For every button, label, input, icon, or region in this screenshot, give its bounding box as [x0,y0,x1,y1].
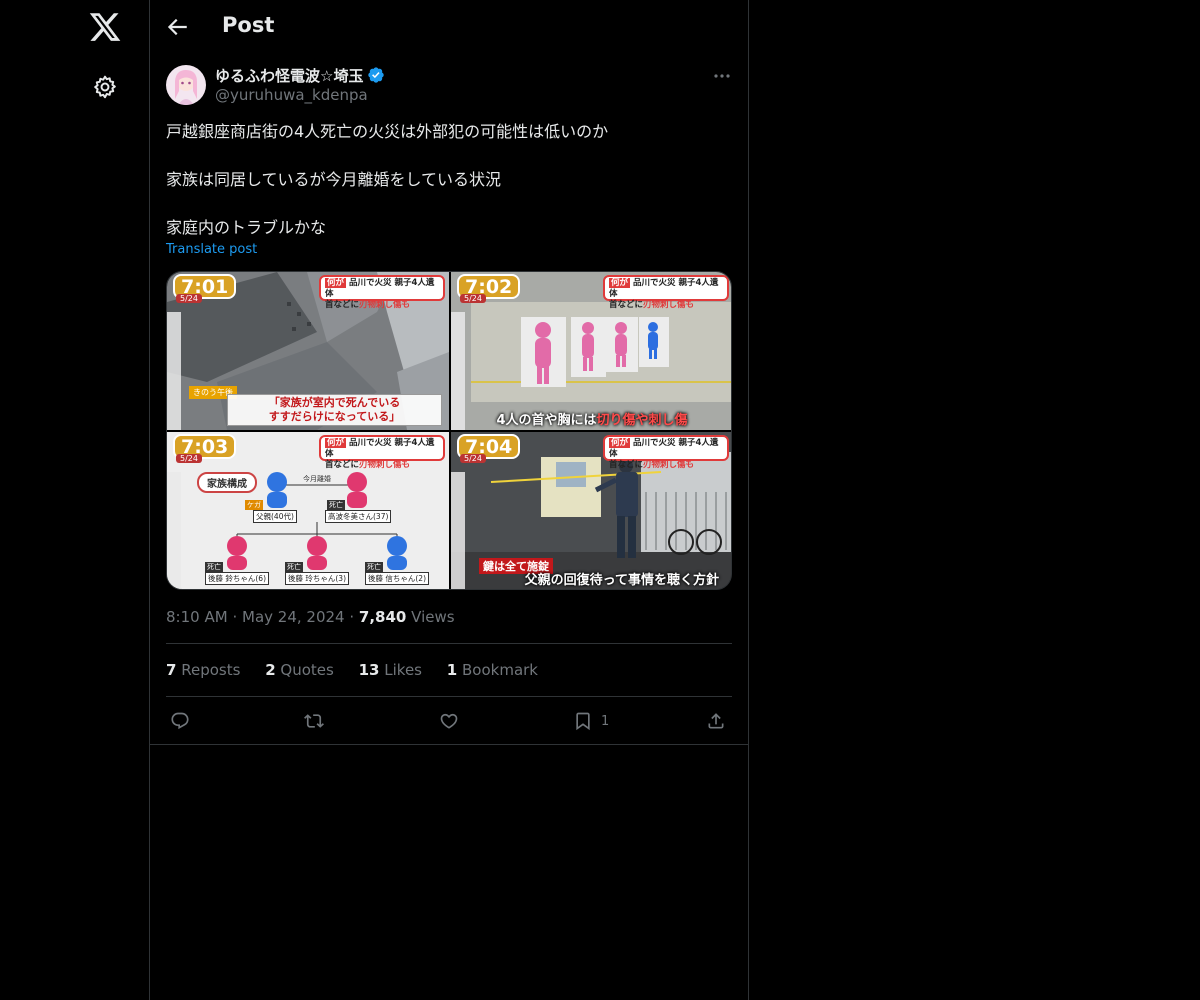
author-handle[interactable]: @yuruhuwa_kdenpa [215,86,368,104]
broadcast-date: 5/24 [460,454,486,463]
reply-button[interactable] [170,710,190,732]
deceased-tag: 死亡 [327,500,345,510]
views-label: Views [411,608,455,626]
more-dots-icon [714,74,730,78]
caption-line: すすだらけになっている」 [268,410,401,423]
mother-label: 高波冬美さん(37) [325,510,392,523]
caption: 4人の首や胸には切り傷や刺し傷 [451,409,731,428]
author-display-name: ゆるふわ怪電波☆埼玉 [215,67,364,85]
bookmark-count: 1 [601,713,610,729]
caption-red: 切り傷や刺し傷 [596,413,688,428]
engagement-stats: 7 Reposts 2 Quotes 13 Likes 1 Bookmark [166,661,558,679]
child-label: 後藤 玲ちゃん(3) [285,572,350,585]
news-headline: 何が 品川で火災 親子4人遺体 首などに刃物刺し傷も [319,275,445,310]
news-headline: 何が 品川で火災 親子4人遺体 首などに刃物刺し傷も [603,275,729,310]
repost-button[interactable] [304,710,324,732]
heart-icon [440,713,458,729]
page-title: Post [222,13,275,37]
deceased-tag: 死亡 [285,562,303,572]
post-line: 家庭内のトラブルかな [166,218,327,237]
father-label: 父親(40代) [253,510,297,523]
views-count: 7,840 [358,608,407,626]
divorce-note: 今月離婚 [303,475,331,483]
bookmark-icon [576,712,590,731]
reposts-stat[interactable]: 7 Reposts [166,661,240,679]
post-date[interactable]: May 24, 2024 [242,608,345,626]
page-header: Post [150,0,748,54]
quotes-count: 2 [265,661,276,679]
broadcast-date: 5/24 [176,294,202,303]
family-tree-title: 家族構成 [197,472,257,493]
media-image-4[interactable]: 7:04 5/24 何が 品川で火災 親子4人遺体 首などに刃物刺し傷も 鍵は全… [451,432,731,589]
quotes-label: Quotes [280,661,334,679]
caption-pre: 4人の首や胸には [496,413,597,428]
more-options-button[interactable] [712,66,732,86]
child-label: 後藤 信ちゃん(2) [365,572,430,585]
headline-line2-pre: 首などに [325,460,360,470]
headline-line2-red: 刃物刺し傷も [643,300,695,310]
deceased-tag: 死亡 [365,562,383,572]
headline-tag: 何が [609,438,631,448]
reposts-count: 7 [166,661,177,679]
likes-stat[interactable]: 13 Likes [359,661,422,679]
post-line: 家族は同居しているが今月離婚をしている状況 [166,170,502,189]
media-grid: 7:01 5/24 何が 品川で火災 親子4人遺体 首などに刃物刺し傷も きのう… [166,271,732,590]
reply-icon [171,712,189,730]
news-headline: 何が 品川で火災 親子4人遺体 首などに刃物刺し傷も [603,435,729,470]
gear-icon[interactable] [92,74,118,100]
news-headline: 何が 品川で火災 親子4人遺体 首などに刃物刺し傷も [319,435,445,470]
arrow-left-icon [167,18,187,36]
quote-caption: 「家族が室内で死んでいる すすだらけになっている」 [227,394,442,426]
repost-icon [304,714,324,728]
headline-line2-red: 刃物刺し傷も [359,460,411,470]
divider [166,696,732,697]
likes-count: 13 [358,661,380,679]
share-icon [708,713,724,729]
like-button[interactable] [439,710,459,732]
injured-tag: ケガ [245,500,263,510]
broadcast-date: 5/24 [460,294,486,303]
post-time[interactable]: 8:10 AM [166,608,228,626]
post-text: 戸越銀座商店街の4人死亡の火災は外部犯の可能性は低いのか 家族は同居しているが今… [166,120,732,240]
headline-line2-red: 刃物刺し傷も [359,300,411,310]
likes-label: Likes [384,661,422,679]
child-label: 後藤 鈴ちゃん(6) [205,572,270,585]
translate-post-link[interactable]: Translate post [166,242,257,257]
post-detail-column: Post ゆるふわ怪電波☆埼玉 @yuruhuwa_kdenpa 戸越銀座商店街… [150,0,749,1000]
headline-tag: 何が [609,278,631,288]
bookmarks-stat[interactable]: 1 Bookmark [447,661,538,679]
caption: 父親の回復待って事情を聴く方針 [524,573,719,588]
deceased-tag: 死亡 [205,562,223,572]
left-nav [0,0,150,1000]
author-name[interactable]: ゆるふわ怪電波☆埼玉 [215,65,385,86]
caption-line: 「家族が室内で死んでいる [268,396,401,409]
headline-tag: 何が [325,438,347,448]
post-meta: 8:10 AM · May 24, 2024 · 7,840 Views [166,608,455,626]
bookmark-button[interactable]: 1 [573,710,609,732]
headline-line2-pre: 首などに [609,300,644,310]
headline-line2-red: 刃物刺し傷も [643,460,695,470]
media-image-2[interactable]: 7:02 5/24 何が 品川で火災 親子4人遺体 首などに刃物刺し傷も 4人の… [451,272,731,430]
divider [150,744,748,745]
post-line: 戸越銀座商店街の4人死亡の火災は外部犯の可能性は低いのか [166,122,609,141]
media-image-1[interactable]: 7:01 5/24 何が 品川で火災 親子4人遺体 首などに刃物刺し傷も きのう… [167,272,449,430]
share-button[interactable] [706,710,726,732]
avatar[interactable] [166,65,206,105]
x-logo-icon[interactable] [88,10,122,44]
bookmarks-count: 1 [446,661,458,679]
headline-line2-pre: 首などに [609,460,644,470]
headline-line2-pre: 首などに [325,300,360,310]
verified-badge-icon [368,67,385,83]
media-image-3[interactable]: 7:03 5/24 何が 品川で火災 親子4人遺体 首などに刃物刺し傷も 家族構… [167,432,449,589]
broadcast-date: 5/24 [176,454,202,463]
meta-separator: · [232,608,238,626]
back-button[interactable] [164,14,190,40]
bookmarks-label: Bookmark [462,661,538,679]
divider [166,643,732,644]
headline-tag: 何が [325,278,347,288]
reposts-label: Reposts [181,661,241,679]
meta-separator: · [349,608,355,626]
quotes-stat[interactable]: 2 Quotes [265,661,334,679]
